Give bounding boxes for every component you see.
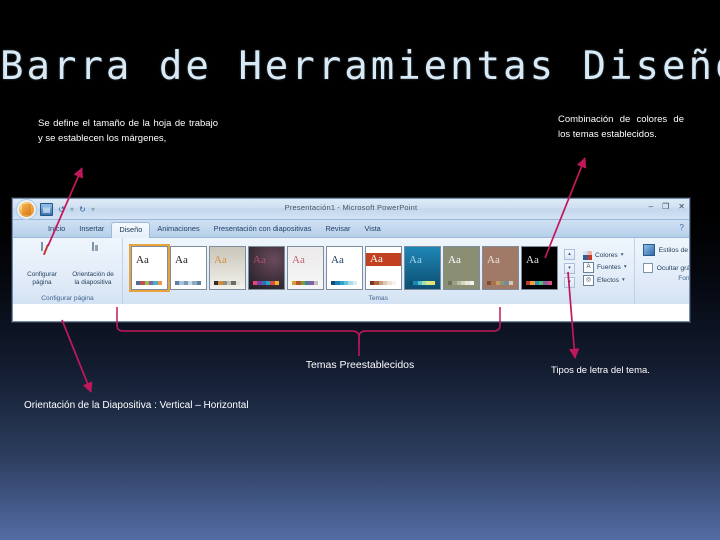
chevron-down-icon[interactable]: ▾	[624, 263, 627, 272]
theme-fonts-label: Fuentes	[597, 263, 621, 271]
group-label-temas: Temas	[368, 295, 388, 302]
ribbon-group-fondo: Estilos de fondo ▾ Ocultar gráficos de f…	[635, 238, 690, 304]
callout-orientation: Orientación de la Diapositiva : Vertical…	[24, 400, 249, 411]
themes-gallery-scroll[interactable]: ▴ ▾ ▾	[562, 245, 577, 288]
help-icon[interactable]: ?	[680, 223, 684, 232]
theme-flujo[interactable]: Aa	[443, 245, 480, 290]
theme-aa-text: Aa	[214, 253, 227, 266]
scroll-up-icon[interactable]: ▴	[564, 248, 575, 260]
theme-colors-icon	[583, 250, 592, 260]
window-titlebar: ▤ ↺ ▾ ↻ ▾ Presentación1 - Microsoft Powe…	[13, 199, 689, 220]
page-title: Barra de Herramientas Diseño	[0, 44, 720, 89]
theme-office[interactable]: Aa	[129, 243, 170, 292]
theme-aa-text: Aa	[292, 253, 305, 266]
themes-gallery[interactable]: Aa Aa Aa Aa Aa Aa Aa Aa Aa Aa Aa	[128, 243, 559, 292]
theme-options-column: Colores ▾ A Fuentes ▾ ◎ Efectos ▾	[580, 247, 629, 286]
background-styles-icon	[642, 244, 655, 256]
theme-equidad[interactable]: Aa	[404, 245, 441, 290]
ribbon-tabs[interactable]: Inicio Insertar Diseño Animaciones Prese…	[13, 220, 689, 238]
theme-swatches	[448, 280, 474, 285]
tab-insertar[interactable]: Insertar	[72, 222, 111, 237]
restore-icon[interactable]: ❐	[662, 202, 669, 211]
theme-effects-label: Efectos	[597, 276, 619, 284]
callout-theme-colors: Combinación de colores de los temas esta…	[558, 114, 684, 140]
fondo-text: Fondo	[678, 275, 690, 282]
theme-swatches	[409, 280, 435, 285]
theme-fonts-button[interactable]: A Fuentes ▾	[583, 261, 627, 273]
ocultar-graficos-label: Ocultar gráficos de fondo	[656, 264, 690, 272]
theme-swatches	[526, 280, 552, 285]
estilos-de-fondo-label: Estilos de fondo	[658, 246, 689, 254]
theme-aa-text: Aa	[253, 253, 266, 266]
theme-aa-text: Aa	[136, 253, 149, 266]
gallery-more-icon[interactable]: ▾	[564, 276, 575, 288]
theme-effects-icon: ◎	[583, 274, 594, 286]
tab-inicio[interactable]: Inicio	[41, 222, 72, 237]
theme-fundicion[interactable]: Aa	[482, 245, 519, 290]
checkbox-icon[interactable]	[642, 263, 653, 273]
slide-orientation-icon	[81, 242, 105, 269]
minimize-icon[interactable]: –	[649, 202, 653, 211]
theme-swatches	[487, 280, 513, 285]
theme-effects-button[interactable]: ◎ Efectos ▾	[583, 274, 627, 286]
callout-page-setup: Se define el tamaño de la hoja de trabaj…	[38, 118, 218, 144]
theme-mediana[interactable]: Aa	[521, 245, 558, 290]
theme-colors-label: Colores	[595, 251, 618, 259]
tab-diseno[interactable]: Diseño	[111, 222, 151, 238]
ocultar-graficos-de-fondo-checkbox[interactable]: Ocultar gráficos de fondo	[642, 263, 690, 273]
theme-aa-text: Aa	[448, 253, 461, 266]
tab-animaciones[interactable]: Animaciones	[150, 222, 206, 237]
theme-swatches	[370, 280, 396, 285]
orientacion-diapositiva-button[interactable]: Orientación de la diapositiva	[69, 241, 117, 287]
callout-theme-fonts: Tipos de letra del tema.	[551, 365, 650, 376]
scroll-down-icon[interactable]: ▾	[564, 262, 575, 274]
slide-canvas: Barra de Herramientas Diseño Se define e…	[0, 0, 720, 540]
page-setup-icon	[30, 242, 54, 269]
configurar-pagina-label: Configurar página	[27, 271, 57, 286]
group-label-configurar-pagina: Configurar página	[41, 295, 94, 302]
theme-aa-text: Aa	[370, 252, 383, 265]
orientacion-label: Orientación de la diapositiva	[72, 271, 114, 286]
window-controls[interactable]: – ❐ ✕	[649, 202, 685, 211]
ribbon: Configurar página Orientación de la diap…	[13, 238, 689, 304]
chevron-down-icon[interactable]: ▾	[622, 276, 625, 285]
theme-aa-text: Aa	[175, 253, 188, 266]
theme-aspecto[interactable]: Aa	[287, 245, 324, 290]
theme-swatches	[292, 280, 318, 285]
theme-swatches	[331, 280, 357, 285]
theme-angulos[interactable]: Aa	[209, 245, 246, 290]
chevron-down-icon[interactable]: ▾	[621, 251, 624, 260]
theme-aa-text: Aa	[487, 253, 500, 266]
theme-fonts-icon: A	[583, 261, 594, 273]
ribbon-group-configurar-pagina: Configurar página Orientación de la diap…	[13, 238, 123, 304]
theme-aa-text: Aa	[526, 253, 539, 266]
theme-colors-button[interactable]: Colores ▾	[583, 250, 627, 260]
close-icon[interactable]: ✕	[678, 202, 685, 211]
theme-swatches	[136, 280, 162, 285]
tab-revisar[interactable]: Revisar	[318, 222, 357, 237]
powerpoint-window: ▤ ↺ ▾ ↻ ▾ Presentación1 - Microsoft Powe…	[12, 198, 690, 322]
theme-swatches	[214, 280, 240, 285]
estilos-de-fondo-button[interactable]: Estilos de fondo ▾	[642, 244, 689, 256]
theme-aa-text: Aa	[409, 253, 422, 266]
theme-apex[interactable]: Aa	[248, 245, 285, 290]
theme-concurrencia[interactable]: Aa	[365, 245, 402, 290]
callout-themes: Temas Preestablecidos	[305, 359, 415, 371]
theme-aa-text: Aa	[331, 253, 344, 266]
window-title: Presentación1 - Microsoft PowerPoint	[284, 203, 418, 212]
theme-swatches	[253, 280, 279, 285]
theme-civico[interactable]: Aa	[326, 245, 363, 290]
tab-vista[interactable]: Vista	[358, 222, 388, 237]
ribbon-group-temas: Aa Aa Aa Aa Aa Aa Aa Aa Aa Aa Aa ▴ ▾ ▾ C…	[123, 238, 635, 304]
configurar-pagina-button[interactable]: Configurar página	[18, 241, 66, 287]
theme-brillo[interactable]: Aa	[170, 245, 207, 290]
arrow-orientation	[61, 319, 93, 393]
group-label-fondo: Fondo ⌟	[637, 273, 690, 284]
tab-presentacion-con-diapositivas[interactable]: Presentación con diapositivas	[207, 222, 319, 237]
theme-swatches	[175, 280, 201, 285]
